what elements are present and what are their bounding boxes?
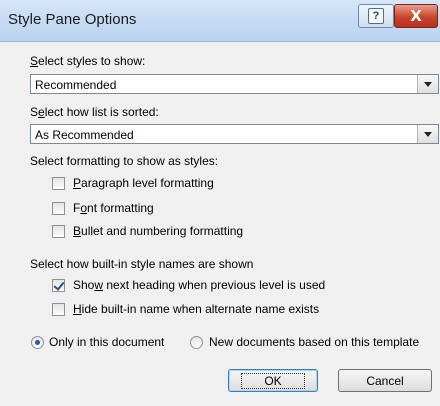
show-next-heading-label: Show next heading when previous level is… [73, 278, 326, 292]
chevron-down-icon[interactable] [417, 75, 438, 93]
only-this-document-radio[interactable] [31, 336, 44, 349]
styles-to-show-label: Select styles to show: [30, 54, 146, 68]
styles-to-show-dropdown[interactable]: Recommended [30, 74, 439, 94]
help-icon: ? [368, 8, 384, 24]
show-next-heading-checkbox[interactable] [52, 279, 65, 292]
new-documents-template-radio[interactable] [190, 336, 203, 349]
dialog-body: Select styles to show: Recommended Selec… [0, 42, 440, 406]
close-button[interactable]: X [394, 4, 438, 28]
hide-builtin-name-checkbox[interactable] [52, 303, 65, 316]
chevron-down-icon[interactable] [417, 125, 438, 143]
hide-builtin-name-label: Hide built-in name when alternate name e… [73, 302, 320, 316]
list-sorted-label: Select how list is sorted: [30, 105, 159, 119]
cancel-button[interactable]: Cancel [338, 369, 432, 392]
only-this-document-label: Only in this document [49, 335, 165, 349]
ok-button[interactable]: OK [228, 369, 318, 392]
builtin-names-label: Select how built-in style names are show… [30, 257, 254, 271]
new-documents-template-label: New documents based on this template [209, 335, 420, 349]
list-sorted-value: As Recommended [35, 128, 134, 142]
cancel-button-label: Cancel [366, 373, 404, 388]
bullet-numbering-formatting-label: Bullet and numbering formatting [73, 224, 244, 238]
font-formatting-label: Font formatting [73, 201, 154, 215]
font-formatting-checkbox[interactable] [52, 202, 65, 215]
paragraph-formatting-label: Paragraph level formatting [73, 176, 214, 190]
close-icon: X [410, 7, 422, 25]
formatting-label: Select formatting to show as styles: [30, 154, 219, 168]
help-button[interactable]: ? [358, 4, 394, 28]
window-title: Style Pane Options [8, 11, 137, 28]
ok-button-label: OK [241, 372, 305, 389]
title-bar: Style Pane Options ? X [0, 0, 440, 42]
list-sorted-dropdown[interactable]: As Recommended [30, 124, 439, 144]
paragraph-formatting-checkbox[interactable] [52, 177, 65, 190]
bullet-numbering-formatting-checkbox[interactable] [52, 225, 65, 238]
styles-to-show-value: Recommended [35, 78, 117, 92]
